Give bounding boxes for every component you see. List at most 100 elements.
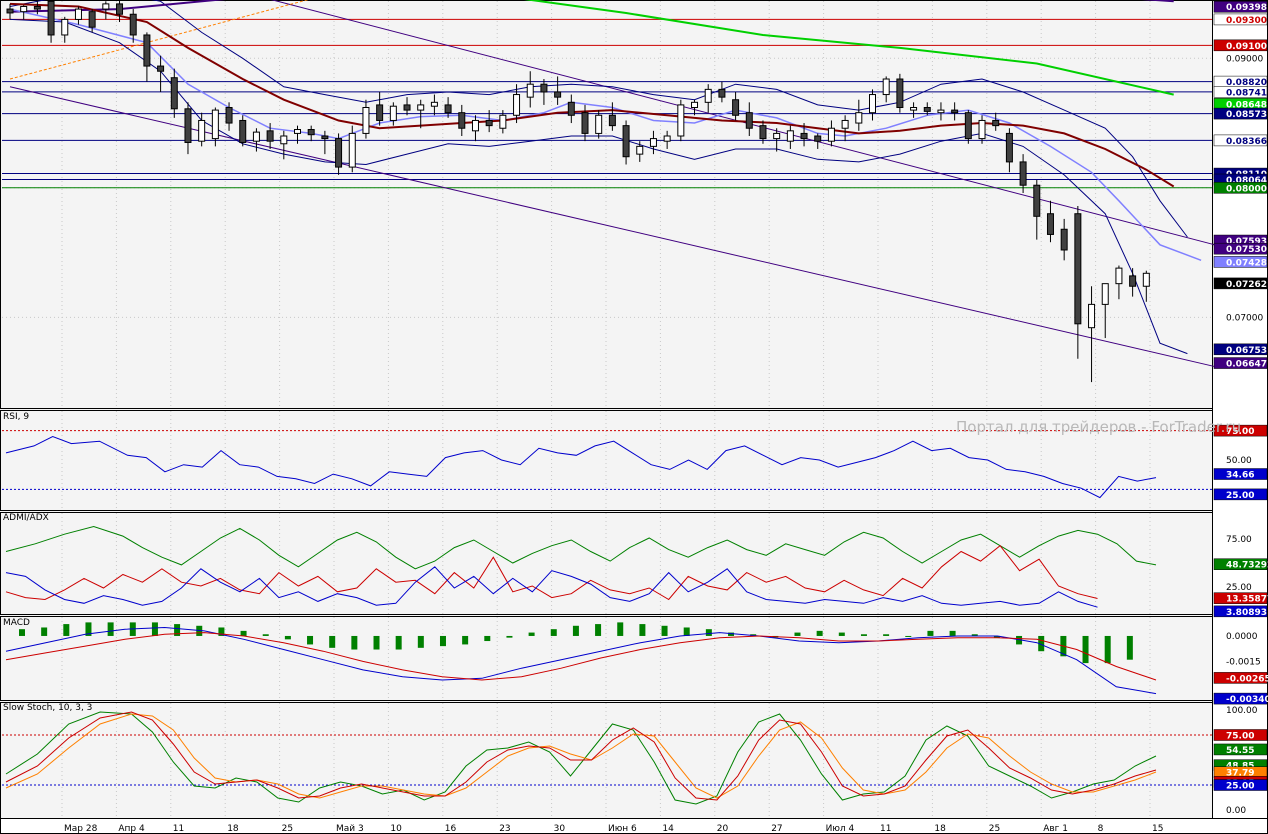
candle-body bbox=[745, 112, 753, 129]
macd-hist-bar bbox=[1104, 635, 1111, 664]
candle-body bbox=[294, 129, 301, 134]
candle-body bbox=[937, 109, 945, 114]
stoch-marker-5-text: 25.00 bbox=[1226, 782, 1254, 792]
candle-body bbox=[33, 5, 41, 10]
stoch-marker-5: 25.00 bbox=[1213, 779, 1268, 792]
date-label-10: Июн 6 bbox=[608, 824, 637, 834]
macd-hist-bar bbox=[617, 622, 624, 636]
candle-body bbox=[691, 101, 699, 109]
candle-body bbox=[800, 132, 808, 140]
adx-marker-0: 48.73292 bbox=[1213, 558, 1268, 571]
price-marker-14: 0.07262 bbox=[1213, 277, 1268, 290]
rsi-title: RSI, 9 bbox=[3, 412, 29, 422]
candle-body bbox=[88, 11, 96, 28]
price-marker-2: 0.09100 bbox=[1213, 39, 1268, 52]
adx-marker-2: 3.80893 bbox=[1213, 605, 1268, 618]
candle-body bbox=[198, 119, 206, 142]
candle-body bbox=[882, 78, 890, 96]
macd-hist-bar bbox=[683, 627, 690, 636]
candle-body bbox=[992, 119, 1000, 127]
candle-body bbox=[184, 108, 192, 143]
candle-body bbox=[554, 91, 562, 98]
macd-hist-bar bbox=[705, 629, 712, 636]
macd-hist-bar bbox=[41, 627, 48, 636]
date-label-14: Июл 4 bbox=[826, 824, 855, 834]
macd-hist-bar bbox=[284, 635, 291, 640]
candle-body bbox=[677, 104, 685, 137]
candle-body bbox=[499, 114, 507, 129]
macd-hist-bar bbox=[506, 635, 513, 638]
date-label-6: 10 bbox=[390, 824, 402, 834]
macd-hist-bar bbox=[860, 634, 867, 636]
candle-body bbox=[252, 131, 260, 142]
candle-body bbox=[951, 109, 959, 114]
candle bbox=[896, 73, 904, 113]
price-marker-12-text: 0.07530 bbox=[1226, 245, 1267, 255]
adx-marker-1: 13.35877 bbox=[1213, 592, 1268, 605]
candle-body bbox=[773, 132, 781, 140]
macd-hist-bar bbox=[883, 634, 890, 636]
candle-body bbox=[458, 112, 466, 129]
candle-body bbox=[896, 78, 904, 109]
price-marker-0-text: 0.09398 bbox=[1226, 3, 1267, 13]
candle-body bbox=[335, 138, 343, 168]
candle-body bbox=[704, 88, 712, 103]
candle-body bbox=[718, 88, 726, 98]
stoch-marker-0: 75.00 bbox=[1213, 729, 1268, 742]
macd-hist-bar bbox=[1082, 635, 1089, 664]
macd-hist-bar bbox=[661, 625, 668, 636]
macd-hist-bar bbox=[794, 632, 801, 636]
macd-hist-bar bbox=[307, 635, 314, 645]
date-label-4: 25 bbox=[282, 824, 293, 834]
macd-hist-bar bbox=[484, 635, 491, 642]
candle-body bbox=[636, 145, 644, 155]
adx-tick-1: 25.00 bbox=[1226, 583, 1252, 593]
candle-body bbox=[1115, 267, 1123, 285]
price-tick-0: 0.09000 bbox=[1226, 54, 1263, 64]
macd-hist-bar bbox=[417, 635, 424, 648]
candle-body bbox=[1129, 275, 1137, 287]
candle-body bbox=[964, 112, 972, 140]
price-marker-2-text: 0.09100 bbox=[1226, 42, 1267, 52]
candle-body bbox=[102, 3, 110, 10]
date-label-19: 8 bbox=[1098, 824, 1104, 834]
macd-hist-bar bbox=[949, 630, 956, 636]
adx-marker-2-text: 3.80893 bbox=[1226, 608, 1267, 618]
candle-body bbox=[1074, 213, 1082, 325]
macd-hist-bar bbox=[329, 635, 336, 648]
candle-body bbox=[910, 107, 918, 111]
stoch-marker-1-text: 54.55 bbox=[1226, 746, 1254, 756]
macd-hist-bar bbox=[528, 632, 535, 636]
candle-body bbox=[595, 114, 603, 134]
date-label-18: Авг 1 bbox=[1043, 824, 1068, 834]
date-label-17: 25 bbox=[989, 824, 1000, 834]
price-marker-6-text: 0.08573 bbox=[1226, 110, 1267, 120]
macd-hist-bar bbox=[838, 632, 845, 636]
candle-body bbox=[47, 0, 55, 36]
macd-hist-bar bbox=[262, 634, 269, 636]
candle-body bbox=[663, 135, 671, 142]
candle-body bbox=[129, 13, 137, 36]
candle-body bbox=[143, 34, 151, 67]
adx-tick-0: 75.00 bbox=[1226, 535, 1252, 545]
candle-body bbox=[581, 112, 589, 134]
macd-hist-bar bbox=[905, 635, 912, 637]
price-marker-1-text: 0.09300 bbox=[1226, 16, 1267, 26]
price-marker-15: 0.06753 bbox=[1213, 343, 1268, 356]
macd-hist-bar bbox=[240, 630, 247, 636]
candle-body bbox=[362, 107, 370, 134]
adx-marker-0-text: 48.73292 bbox=[1226, 561, 1268, 571]
candle-body bbox=[622, 125, 630, 158]
candle-body bbox=[20, 5, 28, 13]
rsi-marker-1-text: 34.66 bbox=[1226, 471, 1254, 481]
stoch-tick-1: 0.00 bbox=[1226, 806, 1246, 816]
candle-body bbox=[211, 109, 219, 140]
date-label-12: 20 bbox=[717, 824, 729, 834]
candle-body bbox=[170, 77, 178, 110]
date-label-13: 27 bbox=[771, 824, 782, 834]
chart-window: Мар 28 Апр 4 11 18 25 Май 3 10 16 23 30 Июн 6 14 20 2… bbox=[0, 0, 1268, 834]
macd-marker-1: -0.00340 bbox=[1213, 692, 1268, 705]
candle-body bbox=[280, 135, 288, 145]
date-label-2: 11 bbox=[173, 824, 184, 834]
candle-body bbox=[869, 94, 876, 114]
